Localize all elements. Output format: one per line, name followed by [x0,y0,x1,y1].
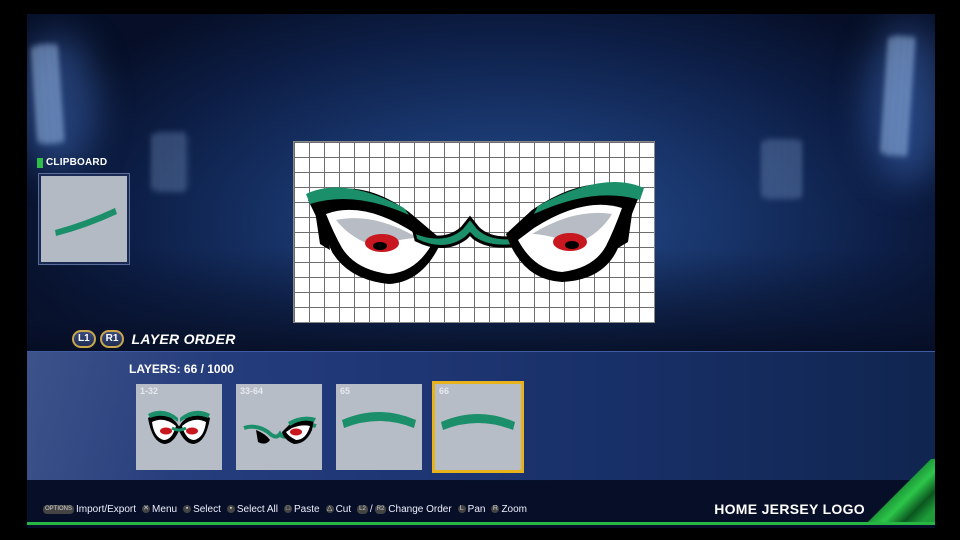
hint-select[interactable]: ▪ Select [183,504,221,515]
home-jersey-logo-title: HOME JERSEY LOGO [714,501,865,517]
r2-button-icon: R2 [374,504,387,514]
clipboard-arc-shape [55,208,117,236]
layers-count: LAYERS: 66 / 1000 [129,362,234,376]
layer-thumb-65[interactable]: 65 [336,384,422,470]
layer-thumb-eyes [148,410,210,444]
layer-thumb-arc-selected [441,414,515,430]
clipboard-preview[interactable] [38,173,130,265]
layer-order-title: LAYER ORDER [131,331,236,347]
triangle-button-icon: △ [325,505,334,513]
l2-button-icon: L2 [357,504,368,514]
hint-change-order[interactable]: L2 / R2 Change Order [357,504,452,515]
hint-select-all[interactable]: ▪ Select All [226,504,278,515]
touchpad-hold-icon: ▪ [226,505,235,513]
layer-thumb-arc [342,412,416,428]
corner-accent-stripes [865,459,935,525]
clipboard-indicator-icon [37,157,43,168]
eyes-logo [306,182,644,284]
layer-order-header: L1 R1 LAYER ORDER [72,330,236,348]
hint-cut[interactable]: △ Cut [325,504,351,515]
bottom-accent-line [27,522,935,525]
stadium-light-right-2 [762,139,802,199]
game-screen: CLIPBOARD L1 R1 LAYER ORDER LAYERS: 66 /… [27,14,935,528]
layer-thumb-1-32[interactable]: 1-32 [136,384,222,470]
layer-thumb-66[interactable]: 66 [432,381,524,473]
cross-button-icon: ✕ [142,505,151,513]
touchpad-button-icon: ▪ [183,505,192,513]
right-stick-icon: R [491,505,500,513]
r1-button[interactable]: R1 [99,330,125,348]
options-button-icon: OPTIONS [43,504,75,514]
square-button-icon: □ [284,505,292,513]
layer-thumb-33-64[interactable]: 33-64 [236,384,322,470]
left-stick-icon: L [457,505,466,513]
layers-panel: LAYERS: 66 / 1000 1-32 33-64 65 66 [27,351,935,480]
right-eye-shape [506,182,644,282]
layer-thumb-eyes-partial [243,416,317,444]
hint-import-export[interactable]: OPTIONS Import/Export [43,504,136,515]
hint-zoom[interactable]: R Zoom [491,504,527,515]
hint-menu[interactable]: ✕ Menu [142,504,177,515]
hint-pan[interactable]: L Pan [457,504,485,515]
stadium-light-left-2 [152,132,188,192]
hint-paste[interactable]: □ Paste [284,504,320,515]
clipboard-label: CLIPBOARD [37,157,107,168]
logo-canvas[interactable] [293,141,655,323]
l1-button[interactable]: L1 [72,330,96,348]
